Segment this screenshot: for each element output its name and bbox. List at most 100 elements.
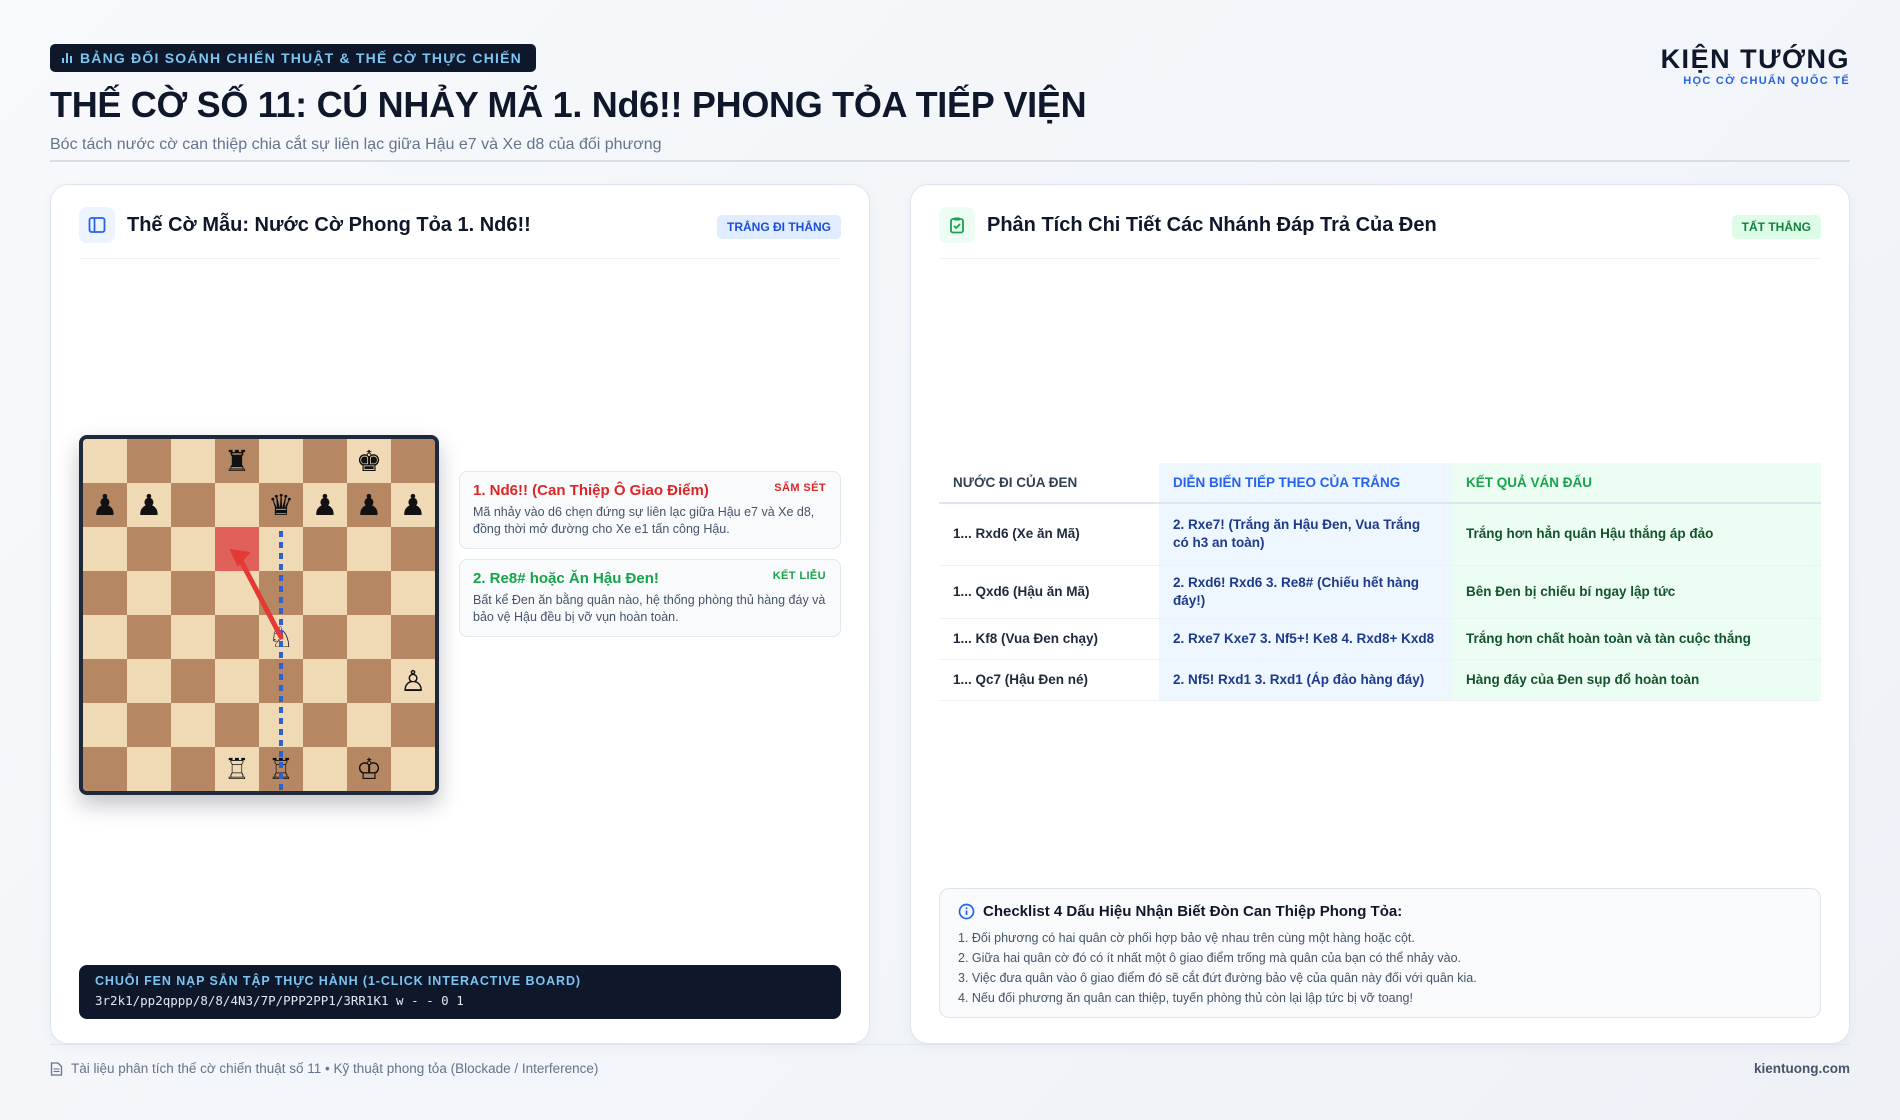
square-a5[interactable] [83,571,127,615]
square-b6[interactable] [127,527,171,571]
square-e1[interactable]: ♖ [259,747,303,791]
square-b7[interactable]: ♟ [127,483,171,527]
white-pawn-piece[interactable]: ♙ [400,666,426,696]
white-knight-piece[interactable]: ♘ [268,622,294,652]
footer-website-link[interactable]: kientuong.com [1754,1061,1850,1076]
square-e8[interactable] [259,439,303,483]
black-rook-piece[interactable]: ♜ [224,446,250,476]
square-h8[interactable] [391,439,435,483]
square-b1[interactable] [127,747,171,791]
footer-note: Tài liệu phân tích thế cờ chiến thuật số… [50,1061,598,1076]
brand-name: KIỆN TƯỚNG [1660,44,1850,74]
square-d4[interactable] [215,615,259,659]
square-c1[interactable] [171,747,215,791]
square-f2[interactable] [303,703,347,747]
square-g8[interactable]: ♚ [347,439,391,483]
square-d7[interactable] [215,483,259,527]
square-g4[interactable] [347,615,391,659]
black-move-cell: 1... Kf8 (Vua Đen chạy) [939,618,1159,660]
square-f7[interactable]: ♟ [303,483,347,527]
square-b5[interactable] [127,571,171,615]
square-h5[interactable] [391,571,435,615]
sidebar-layout-icon [79,207,115,243]
square-d6[interactable] [215,527,259,571]
fen-string[interactable]: 3r2k1/pp2qppp/8/8/4N3/7P/PPP2PP1/3RR1K1 … [95,993,825,1008]
square-f4[interactable] [303,615,347,659]
black-pawn-piece[interactable]: ♟ [136,490,162,520]
document-icon [50,1061,63,1076]
black-pawn-piece[interactable]: ♟ [356,490,382,520]
analysis-panel: Phân Tích Chi Tiết Các Nhánh Đáp Trả Của… [910,184,1850,1044]
square-f3[interactable] [303,659,347,703]
square-c7[interactable] [171,483,215,527]
fen-box[interactable]: CHUỖI FEN NẠP SẴN TẬP THỰC HÀNH (1-CLICK… [79,965,841,1019]
square-a4[interactable] [83,615,127,659]
square-c6[interactable] [171,527,215,571]
square-h3[interactable]: ♙ [391,659,435,703]
white-king-piece[interactable]: ♔ [356,754,382,784]
square-h6[interactable] [391,527,435,571]
list-item: 3. Việc đưa quân vào ô giao điểm đó sẽ c… [958,971,1477,985]
square-g1[interactable]: ♔ [347,747,391,791]
black-queen-piece[interactable]: ♛ [268,490,294,520]
square-b8[interactable] [127,439,171,483]
square-g6[interactable] [347,527,391,571]
square-d3[interactable] [215,659,259,703]
white-rook-piece[interactable]: ♖ [268,754,294,784]
square-h1[interactable] [391,747,435,791]
page-footer: Tài liệu phân tích thế cờ chiến thuật số… [50,1044,1850,1094]
square-a7[interactable]: ♟ [83,483,127,527]
square-e4[interactable]: ♘ [259,615,303,659]
square-h4[interactable] [391,615,435,659]
square-g2[interactable] [347,703,391,747]
example-position-panel: Thế Cờ Mẫu: Nước Cờ Phong Tỏa 1. Nd6!! T… [50,184,870,1044]
square-d8[interactable]: ♜ [215,439,259,483]
black-move-cell: 1... Rxd6 (Xe ăn Mã) [939,503,1159,566]
black-pawn-piece[interactable]: ♟ [312,490,338,520]
square-b4[interactable] [127,615,171,659]
square-c4[interactable] [171,615,215,659]
brand-logo[interactable]: KIỆN TƯỚNG HỌC CỜ CHUẨN QUỐC TẾ [1661,44,1850,87]
square-d5[interactable] [215,571,259,615]
checklist-box: Checklist 4 Dấu Hiệu Nhận Biết Đòn Can T… [939,888,1821,1018]
result-cell: Trắng hơn hẳn quân Hậu thắng áp đảo [1452,503,1821,566]
square-d1[interactable]: ♖ [215,747,259,791]
square-g7[interactable]: ♟ [347,483,391,527]
info-icon [958,903,975,920]
square-f1[interactable] [303,747,347,791]
square-e6[interactable] [259,527,303,571]
black-pawn-piece[interactable]: ♟ [400,490,426,520]
square-d2[interactable] [215,703,259,747]
square-a1[interactable] [83,747,127,791]
square-e5[interactable] [259,571,303,615]
square-a3[interactable] [83,659,127,703]
square-f5[interactable] [303,571,347,615]
square-b2[interactable] [127,703,171,747]
black-king-piece[interactable]: ♚ [356,446,382,476]
analysis-table: NƯỚC ĐI CỦA ĐEN DIỄN BIẾN TIẾP THEO CỦA … [939,463,1821,701]
black-pawn-piece[interactable]: ♟ [92,490,118,520]
square-a2[interactable] [83,703,127,747]
square-h7[interactable]: ♟ [391,483,435,527]
chess-board[interactable]: ♜ ♚ ♟ ♟ ♛ ♟ ♟ ♟ ♘ ♙ ♖ ♖ ♔ [79,435,439,795]
square-c8[interactable] [171,439,215,483]
fen-label: CHUỖI FEN NẠP SẴN TẬP THỰC HÀNH (1-CLICK… [95,974,581,988]
white-rook-piece[interactable]: ♖ [224,754,250,784]
square-b3[interactable] [127,659,171,703]
square-g3[interactable] [347,659,391,703]
square-e3[interactable] [259,659,303,703]
square-e2[interactable] [259,703,303,747]
board-grid[interactable]: ♜ ♚ ♟ ♟ ♛ ♟ ♟ ♟ ♘ ♙ ♖ ♖ ♔ [83,439,435,791]
square-f6[interactable] [303,527,347,571]
square-h2[interactable] [391,703,435,747]
square-f8[interactable] [303,439,347,483]
white-continuation-cell: 2. Nf5! Rxd1 3. Rxd1 (Áp đảo hàng đáy) [1159,659,1452,701]
square-c3[interactable] [171,659,215,703]
square-e7[interactable]: ♛ [259,483,303,527]
square-c5[interactable] [171,571,215,615]
square-g5[interactable] [347,571,391,615]
square-a8[interactable] [83,439,127,483]
square-a6[interactable] [83,527,127,571]
square-c2[interactable] [171,703,215,747]
black-move-cell: 1... Qc7 (Hậu Đen né) [939,659,1159,701]
